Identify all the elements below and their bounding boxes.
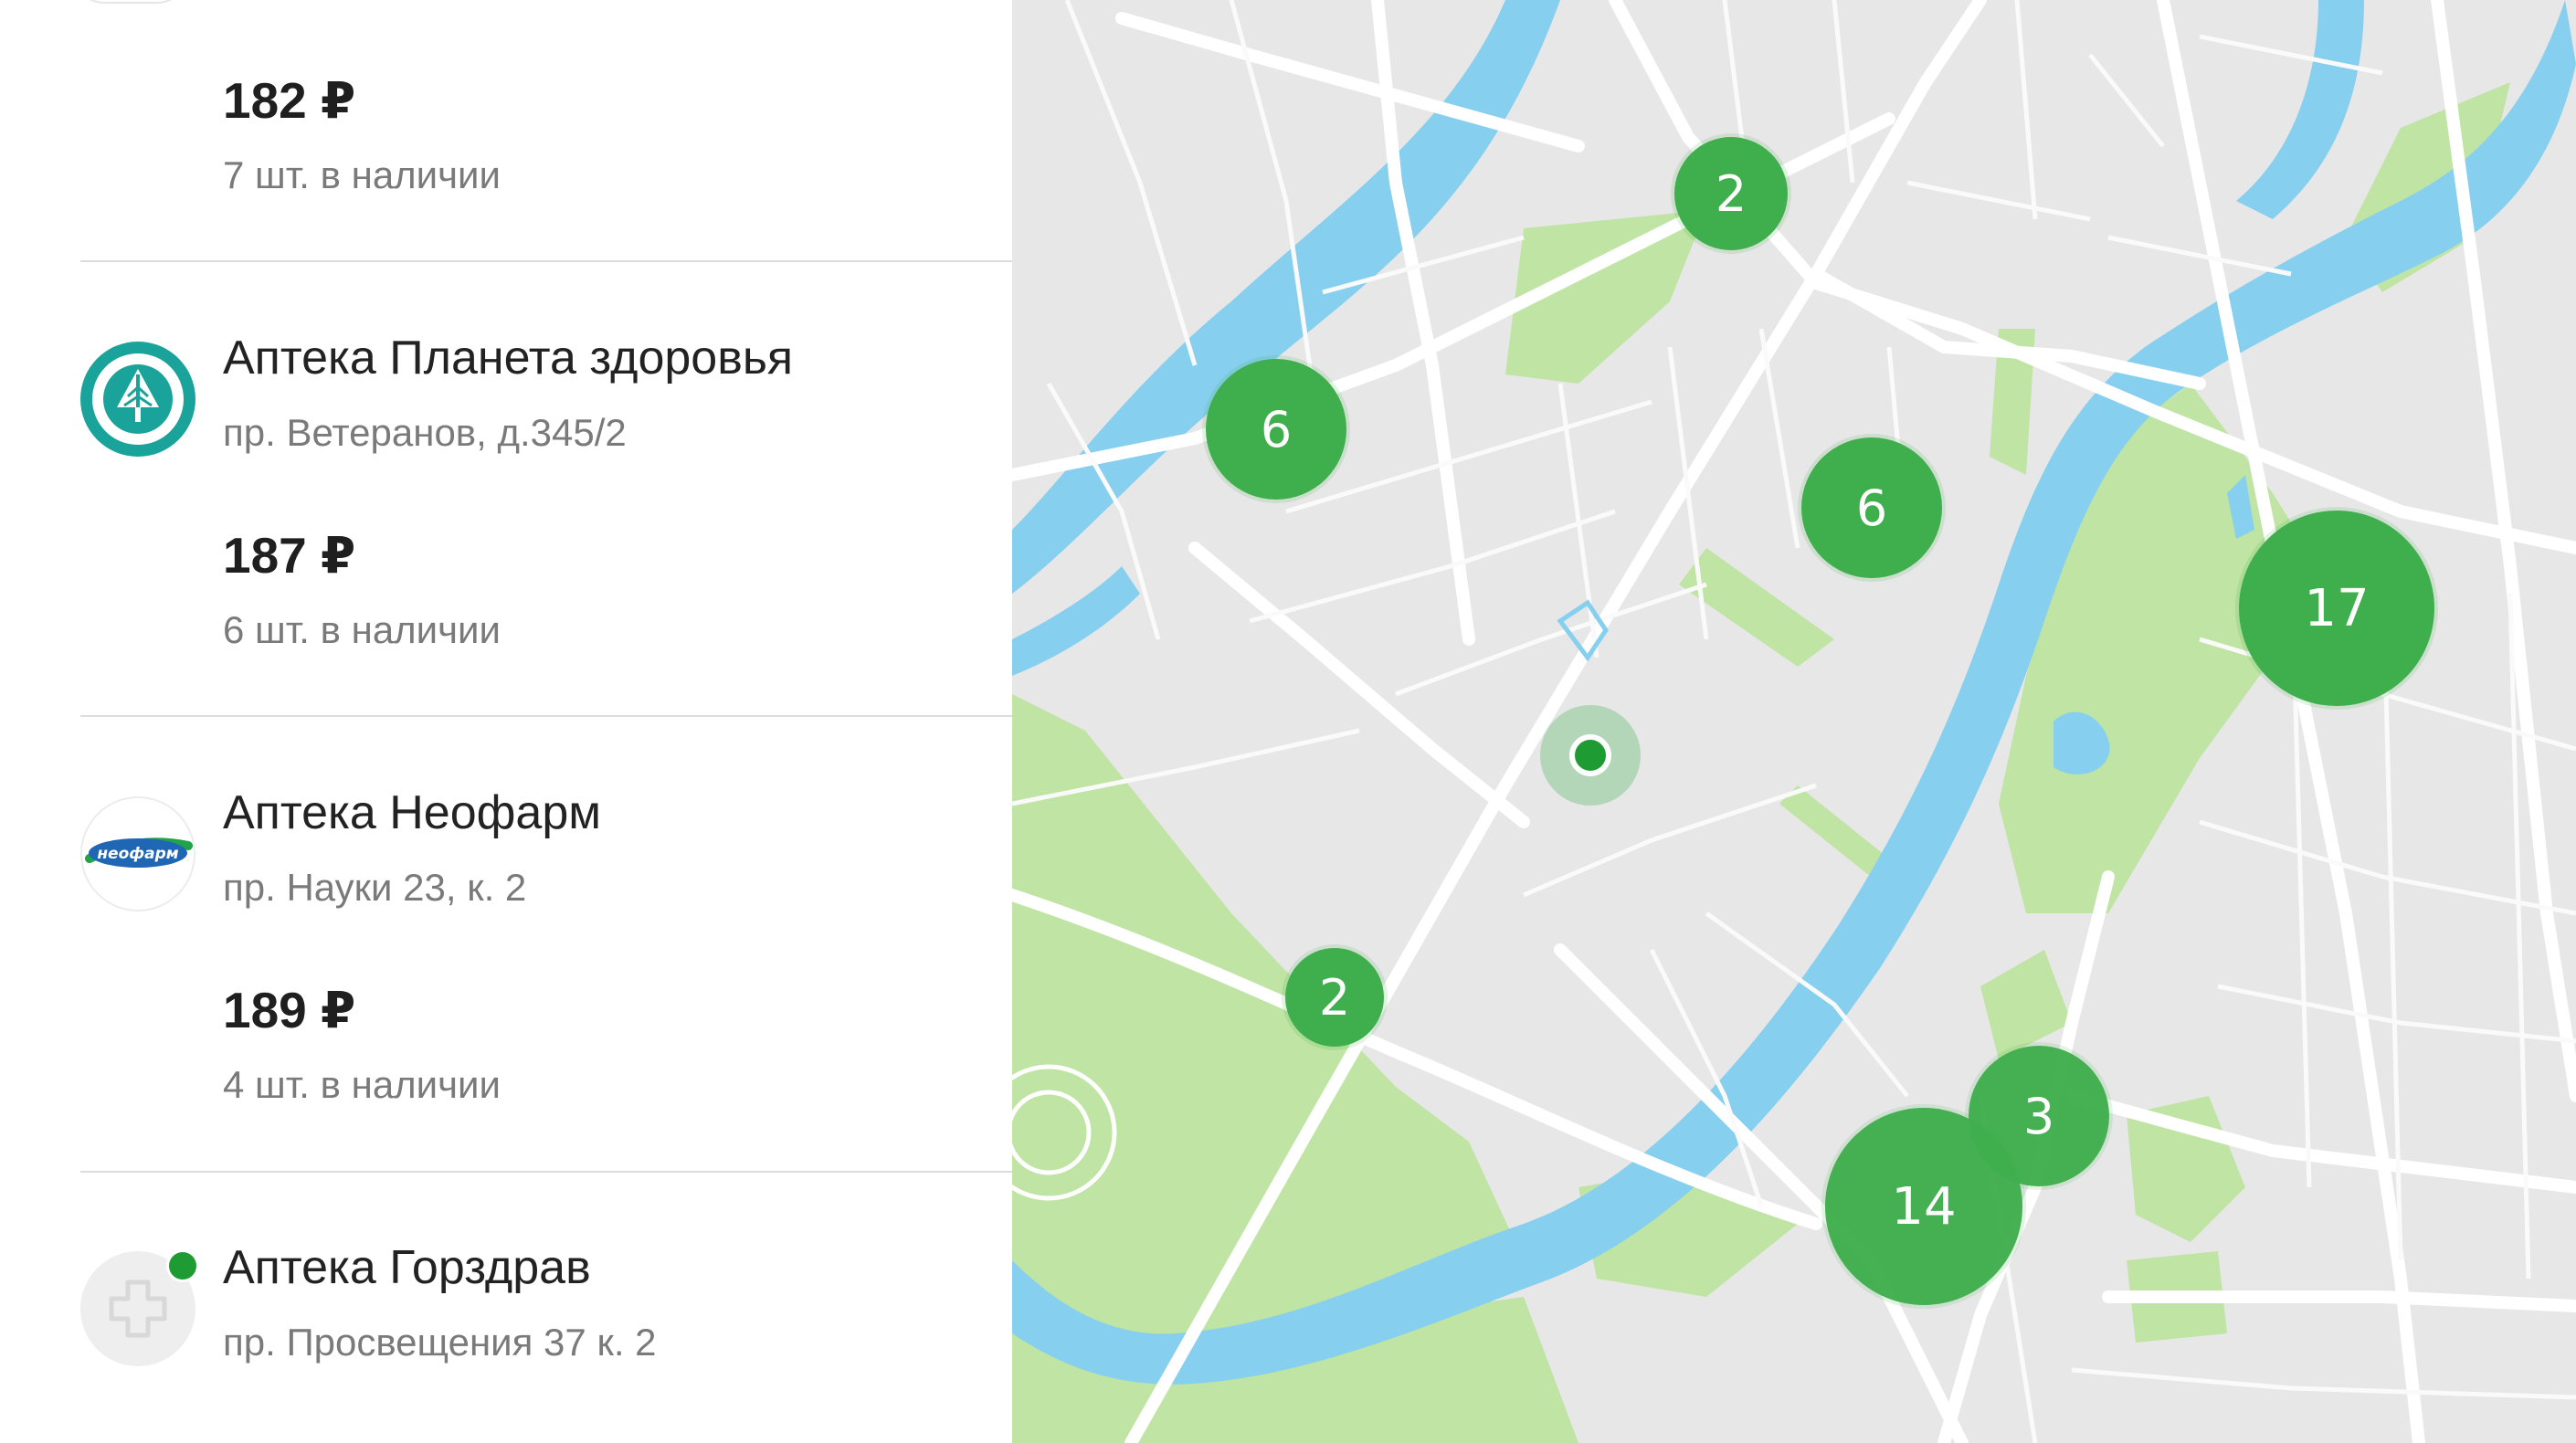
map-cluster-marker[interactable]: 6 [1206,359,1346,500]
offer-price: 189 ₽ [223,982,356,1038]
map-cluster-marker[interactable]: 17 [2239,511,2434,706]
cluster-count: 2 [1318,968,1351,1027]
cluster-count: 3 [2022,1087,2055,1145]
map-view[interactable]: 2 6 6 17 2 14 3 [1012,0,2576,1443]
divider [80,260,1012,262]
map-canvas [1012,0,2576,1443]
cluster-count: 6 [1855,479,1888,537]
offer-stock: 4 шт. в наличии [223,1063,501,1106]
offer-price: 182 ₽ [223,72,356,129]
divider [80,1171,1012,1173]
map-cluster-marker[interactable]: 3 [1969,1046,2109,1186]
cluster-count: 6 [1260,400,1293,458]
pharmacy-list[interactable]: 182 ₽ 7 шт. в наличии Аптека Планета здо… [0,0,1012,1443]
neofarm-logo-text: неофарм [97,845,178,863]
map-cluster-marker[interactable]: 2 [1674,137,1788,250]
pharmacy-name[interactable]: Аптека Неофарм [223,785,601,840]
user-location-dot [1569,734,1611,776]
cluster-count: 2 [1715,164,1747,223]
pharmacy-address: пр. Ветеранов, д.345/2 [223,411,627,454]
pharmacy-name[interactable]: Аптека Горздрав [223,1240,591,1295]
pharmacy-name[interactable]: Аптека Планета здоровья [223,331,793,385]
pharmacy-address: пр. Просвещения 37 к. 2 [223,1321,657,1364]
map-cluster-marker[interactable]: 6 [1801,437,1942,578]
cluster-count: 17 [2304,578,2370,638]
offer-price: 187 ₽ [223,527,356,584]
online-status-dot [166,1249,199,1282]
divider [80,715,1012,717]
pharmacy-address: пр. Науки 23, к. 2 [223,866,527,909]
map-cluster-marker[interactable]: 2 [1285,948,1384,1047]
pharmacy-logo-partial [71,0,190,4]
planeta-zdorovya-logo [80,342,195,457]
offer-stock: 6 шт. в наличии [223,608,501,651]
cluster-count: 14 [1891,1176,1957,1237]
offer-stock: 7 шт. в наличии [223,153,501,196]
neofarm-logo: неофарм [80,796,195,911]
